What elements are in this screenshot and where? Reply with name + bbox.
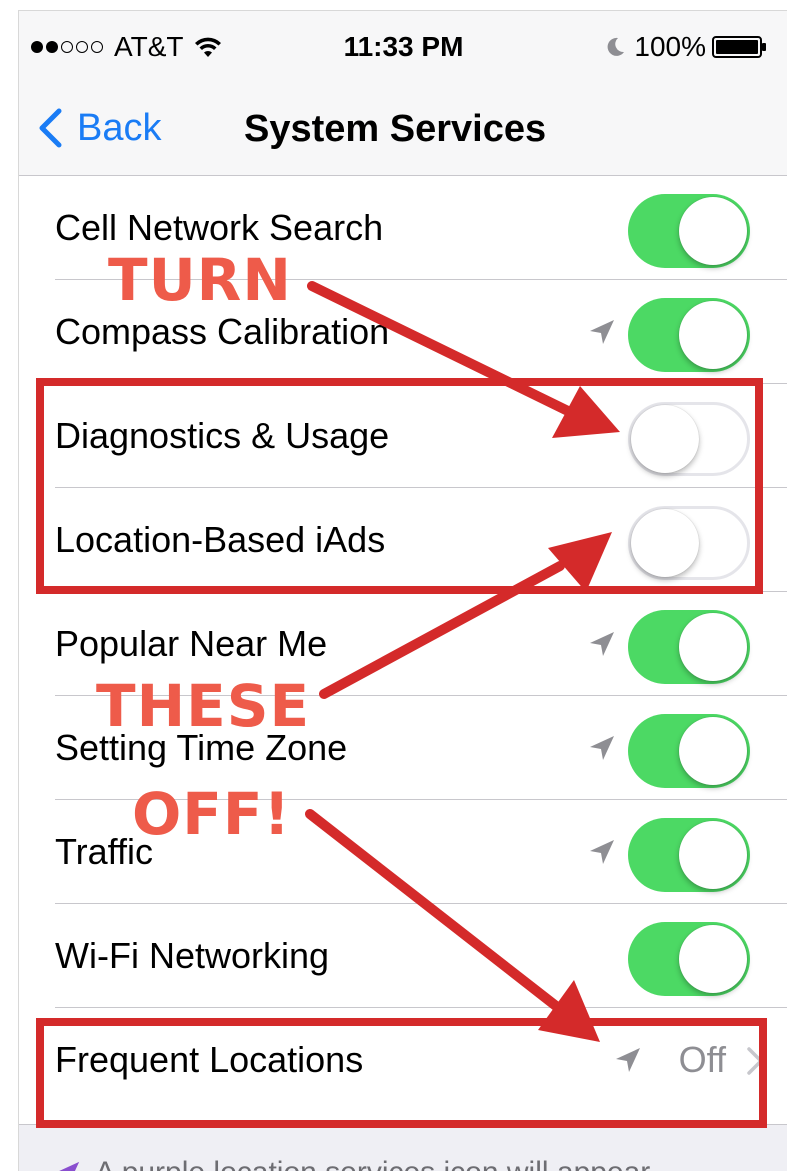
footer-text-content: A purple location services icon will app… bbox=[95, 1155, 650, 1171]
setting-time-zone-toggle[interactable] bbox=[628, 714, 750, 788]
annotation-word-turn: TURN bbox=[108, 246, 292, 314]
footer-note: A purple location services icon will app… bbox=[19, 1124, 787, 1171]
navigation-bar: Back System Services bbox=[19, 83, 787, 176]
toggle-knob bbox=[679, 197, 747, 265]
compass-calibration-toggle[interactable] bbox=[628, 298, 750, 372]
annotation-word-off: OFF! bbox=[132, 780, 291, 848]
purple-location-arrow-icon bbox=[59, 1161, 80, 1171]
setting-label: Popular Near Me bbox=[55, 623, 328, 664]
setting-label: Wi-Fi Networking bbox=[55, 935, 330, 976]
page-title: System Services bbox=[244, 108, 547, 150]
battery-icon bbox=[712, 36, 766, 58]
toggle-knob bbox=[679, 821, 747, 889]
moon-icon bbox=[607, 37, 625, 56]
back-button[interactable]: Back bbox=[37, 103, 161, 153]
popular-near-me-toggle[interactable] bbox=[628, 610, 750, 684]
setting-row-wifi-networking: Wi-Fi Networking bbox=[19, 904, 787, 1008]
status-right: 100% bbox=[604, 31, 768, 63]
location-arrow-icon bbox=[590, 320, 614, 344]
back-label: Back bbox=[77, 106, 162, 149]
location-arrow-icon bbox=[590, 632, 614, 656]
setting-label: Cell Network Search bbox=[55, 207, 384, 248]
highlight-box-frequent-locations bbox=[36, 1018, 767, 1128]
annotation-word-these: THESE bbox=[96, 672, 311, 740]
settings-list: Cell Network Search Compass Calibration … bbox=[19, 176, 787, 1112]
footer-text: A purple location services icon will app… bbox=[55, 1155, 650, 1171]
cell-network-search-toggle[interactable] bbox=[628, 194, 750, 268]
status-bar: AT&T 11:33 PM 100% bbox=[19, 11, 787, 83]
highlight-box-diagnostics-iads bbox=[36, 378, 763, 594]
toggle-knob bbox=[679, 717, 747, 785]
battery-percent: 100% bbox=[634, 31, 706, 62]
toggle-knob bbox=[679, 301, 747, 369]
traffic-toggle[interactable] bbox=[628, 818, 750, 892]
location-arrow-icon bbox=[590, 840, 614, 864]
setting-label: Compass Calibration bbox=[55, 311, 390, 352]
wifi-networking-toggle[interactable] bbox=[628, 922, 750, 996]
screenshot-frame: AT&T 11:33 PM 100% Back System Services … bbox=[0, 0, 787, 1171]
chevron-left-icon bbox=[39, 108, 62, 148]
toggle-knob bbox=[679, 613, 747, 681]
location-arrow-icon bbox=[590, 736, 614, 760]
toggle-knob bbox=[679, 925, 747, 993]
